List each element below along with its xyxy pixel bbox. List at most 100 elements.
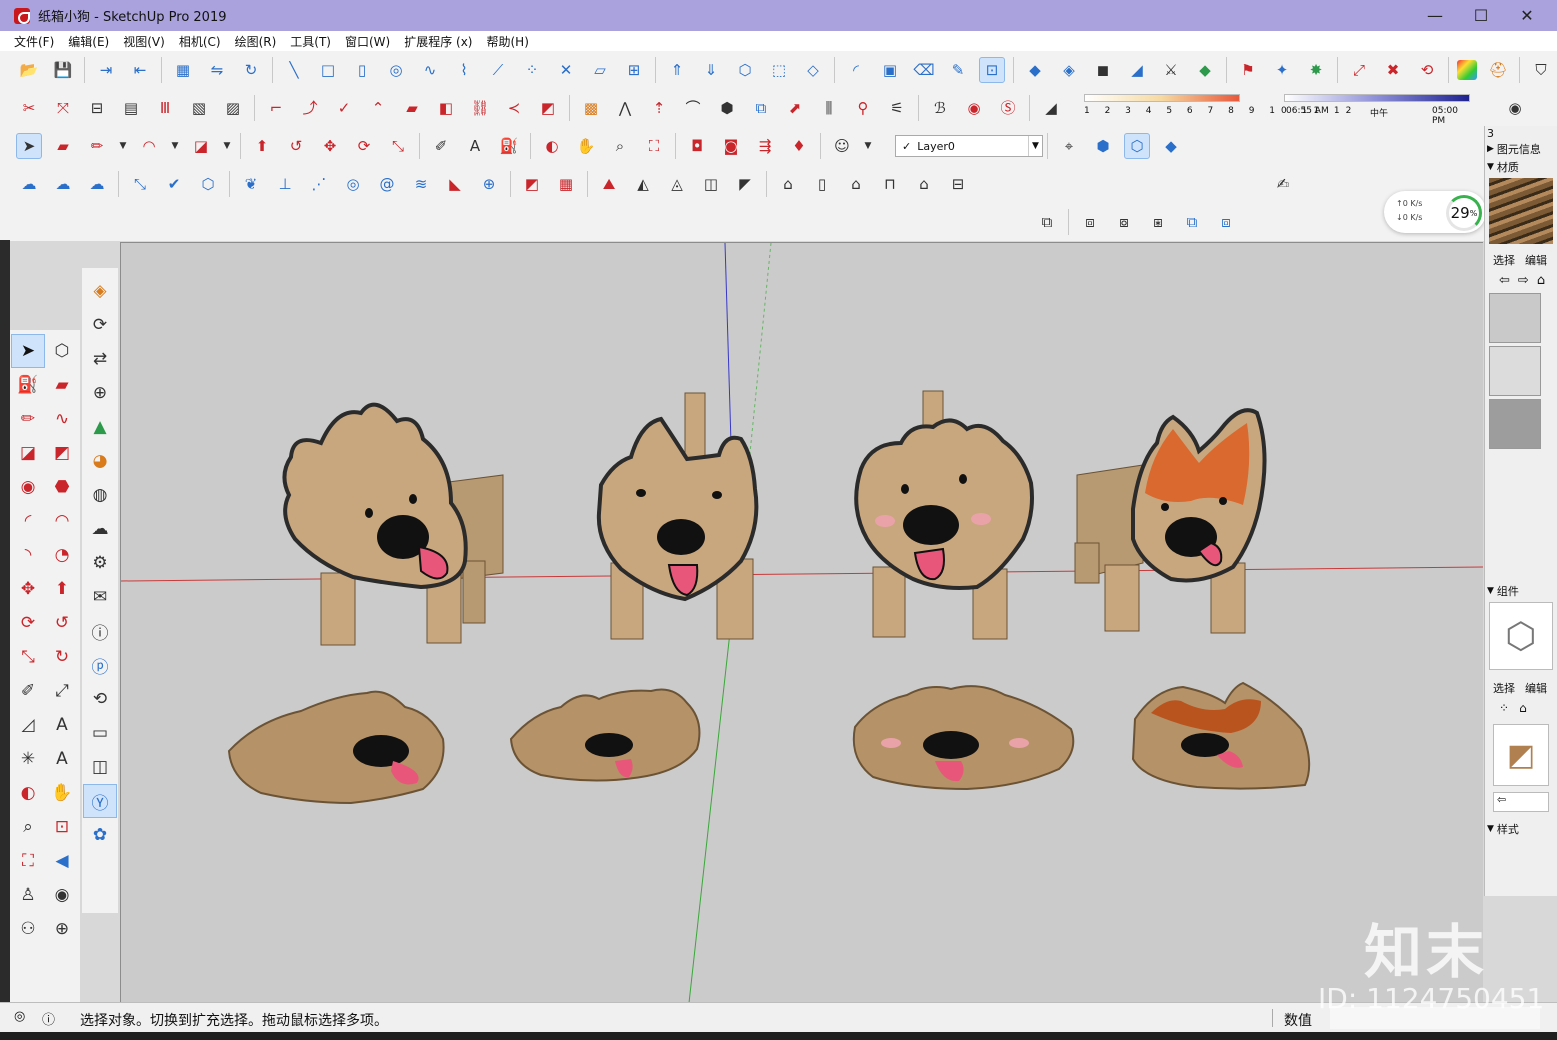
tree-tool-icon[interactable]: ✸ [1303, 57, 1329, 83]
solid-intersect-icon[interactable]: ⧇ [1111, 209, 1137, 235]
follow-me-icon[interactable]: ↺ [45, 606, 79, 640]
freehand-icon[interactable]: ∿ [45, 402, 79, 436]
dropdown-arrow-icon[interactable]: ▼ [863, 133, 873, 159]
back-arrow-icon[interactable]: ⇦ [1499, 273, 1510, 288]
eraser-icon[interactable]: ▰ [45, 368, 79, 402]
menu-camera[interactable]: 相机(C) [179, 33, 221, 50]
maximize-button[interactable]: ☐ [1458, 0, 1504, 31]
stairs-icon[interactable]: ▤ [118, 95, 144, 121]
gear-icon[interactable]: ⚙ [83, 546, 117, 580]
box-dashed-icon[interactable]: ⬚ [766, 57, 792, 83]
flat-dog-1[interactable] [227, 690, 445, 805]
camera-arrows-icon[interactable]: ⇄ [83, 342, 117, 376]
wire-sphere-icon[interactable]: ◎ [383, 57, 409, 83]
book-icon[interactable]: ▯ [349, 57, 375, 83]
make-component-icon[interactable]: ⬡ [45, 334, 79, 368]
rotate-icon[interactable]: ⟳ [11, 606, 45, 640]
components-header[interactable]: ▼ 组件 [1485, 582, 1557, 600]
eraser-curve-icon[interactable]: ⌫ [911, 57, 937, 83]
check-curve-icon[interactable]: ✓ [331, 95, 357, 121]
rectangle-icon[interactable]: □ [315, 57, 341, 83]
ruler-icon[interactable]: ▨ [220, 95, 246, 121]
su-app-icon[interactable]: Ⓢ [995, 95, 1021, 121]
dog-chair-2[interactable] [596, 392, 759, 640]
nodes-icon[interactable]: ⋰ [306, 171, 332, 197]
corner-tool-icon[interactable]: ⌐ [263, 95, 289, 121]
3d-text-icon[interactable]: A [45, 742, 79, 776]
pie-icon[interactable]: ◔ [45, 538, 79, 572]
cloud-icon[interactable]: ☁ [50, 171, 76, 197]
flat-dog-3[interactable] [852, 685, 1075, 791]
material-swatch-light-gray[interactable] [1489, 293, 1541, 343]
warehouse-icon[interactable]: ◘ [684, 133, 710, 159]
solid-trim-icon[interactable]: ⧉ [1179, 209, 1205, 235]
zoom-extents-icon[interactable]: ⛶ [641, 133, 667, 159]
add-circle-icon[interactable]: ⊕ [83, 376, 117, 410]
pillar-icon[interactable]: ⬢ [714, 95, 740, 121]
ruby-icon[interactable]: ♦ [786, 133, 812, 159]
pin-icon[interactable]: ⚲ [850, 95, 876, 121]
intersect-icon[interactable]: ✕ [553, 57, 579, 83]
scale-icon[interactable]: ⤡ [11, 640, 45, 674]
layer-stack-icon[interactable]: ◈ [83, 274, 117, 308]
helmet-icon[interactable]: ⛑ [1485, 57, 1511, 83]
multi-box-icon[interactable]: ⧉ [748, 95, 774, 121]
look-around-icon[interactable]: ◉ [45, 878, 79, 912]
comb-icon[interactable]: ⫼ [816, 95, 842, 121]
boards-icon[interactable]: ▧ [186, 95, 212, 121]
tape-measure-icon[interactable]: ✐ [428, 133, 454, 159]
house-section-icon[interactable]: ⊓ [877, 171, 903, 197]
view-options-icon[interactable]: ⁘ [1499, 701, 1509, 715]
model-viewport[interactable] [120, 242, 1483, 1002]
red-box-icon[interactable]: ◧ [433, 95, 459, 121]
panel-gray-icon[interactable]: ▭ [83, 716, 117, 750]
slide-icon[interactable]: ◣ [442, 171, 468, 197]
railing-icon[interactable]: Ⅲ [152, 95, 178, 121]
resize-icon[interactable]: ⤡ [127, 171, 153, 197]
camera-tool-icon[interactable]: ✍ [1270, 171, 1296, 197]
previous-view-icon[interactable]: ◀ [45, 844, 79, 878]
pencil-icon[interactable]: ✏ [11, 402, 45, 436]
tab-select[interactable]: 选择 [1493, 252, 1515, 268]
cross-icon[interactable]: ✖ [1380, 57, 1406, 83]
window-tool-icon[interactable]: ⊟ [84, 95, 110, 121]
menu-tools[interactable]: 工具(T) [290, 33, 331, 50]
polygon-icon[interactable]: ⬣ [45, 470, 79, 504]
scale-tool-icon[interactable]: ⤡ [385, 133, 411, 159]
box-gray-icon[interactable]: ◼ [1090, 57, 1116, 83]
select-arrow-icon[interactable]: ➤ [16, 133, 42, 159]
scene-canvas[interactable] [121, 243, 1483, 1002]
component-back-icon[interactable]: ⇦ [1493, 792, 1549, 812]
arrow-box-icon[interactable]: ⬈ [782, 95, 808, 121]
menu-file[interactable]: 文件(F) [14, 33, 54, 50]
house-front-icon[interactable]: ⌂ [843, 171, 869, 197]
loop-icon[interactable]: ⟲ [1414, 57, 1440, 83]
tape-measure-icon[interactable]: ✐ [11, 674, 45, 708]
zoom-extents-icon[interactable]: ⛶ [11, 844, 45, 878]
tool-pin-icon[interactable]: ✎ [945, 57, 971, 83]
mesh-icon[interactable]: ▦ [553, 171, 579, 197]
menu-extensions[interactable]: 扩展程序 (x) [404, 33, 472, 50]
tab-edit[interactable]: 编辑 [1525, 680, 1547, 696]
flip-edge-icon[interactable]: ◤ [732, 171, 758, 197]
crosshair-icon[interactable]: ⌖ [1056, 133, 1082, 159]
drop-down-icon[interactable]: ⇓ [698, 57, 724, 83]
select-icon[interactable]: ➤ [11, 334, 45, 368]
paint-icon[interactable]: ⛽ [11, 368, 45, 402]
group-tool-icon[interactable]: ⊡ [979, 57, 1005, 83]
bridge-icon[interactable]: ⌒ [680, 95, 706, 121]
camera-gray-icon[interactable]: ◫ [83, 750, 117, 784]
b-logo-icon[interactable]: ℬ [927, 95, 953, 121]
export-icon[interactable]: ⇤ [127, 57, 153, 83]
shape-tool-icon[interactable]: ◪ [188, 133, 214, 159]
solid-split-icon[interactable]: ⧈ [1213, 209, 1239, 235]
drape-icon[interactable]: ◬ [664, 171, 690, 197]
polyline-icon[interactable]: ⌇ [451, 57, 477, 83]
geo-location-icon[interactable]: ◎ [14, 1009, 25, 1024]
curve-icon[interactable]: ∿ [417, 57, 443, 83]
texture-icon[interactable]: ◩ [519, 171, 545, 197]
view-box-icon[interactable]: ⬡ [1124, 133, 1150, 159]
flat-dog-4[interactable] [1131, 681, 1311, 790]
terrain-icon[interactable]: ⛰ [596, 171, 622, 197]
ramp-icon[interactable]: ◢ [1124, 57, 1150, 83]
